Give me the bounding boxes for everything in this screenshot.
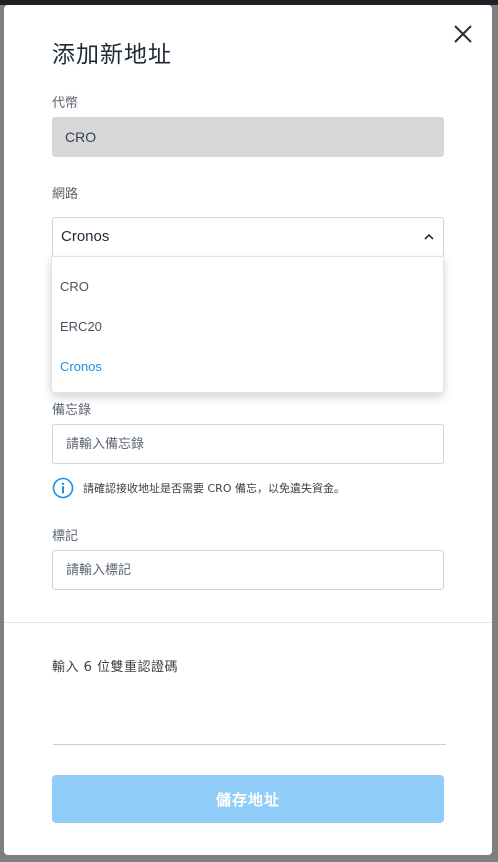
divider [4,622,492,623]
tag-input[interactable] [52,550,444,590]
otp-digit-2[interactable] [118,714,184,745]
network-label: 網路 [52,187,79,202]
otp-label: 輸入 6 位雙重認證碼 [52,660,179,675]
token-label: 代幣 [52,96,79,111]
memo-info: 請確認接收地址是否需要 CRO 備忘，以免遺失資金。 [52,477,444,499]
otp-digit-4[interactable] [249,714,315,745]
close-button[interactable] [450,21,476,47]
token-field: CRO [52,117,444,157]
tag-label: 標記 [52,529,79,544]
otp-input-group [53,714,446,745]
network-dropdown: CRO ERC20 Cronos [51,256,444,393]
network-selected-value: Cronos [61,228,110,245]
add-address-modal: 添加新地址 代幣 CRO 網路 Cronos CRO ERC20 Cronos … [4,5,492,855]
network-select[interactable]: Cronos [52,217,444,257]
modal-title: 添加新地址 [52,42,172,68]
close-icon [454,25,472,43]
otp-digit-3[interactable] [184,714,250,745]
memo-info-text: 請確認接收地址是否需要 CRO 備忘，以免遺失資金。 [83,482,345,495]
info-icon [52,477,74,499]
network-option-cronos[interactable]: Cronos [60,359,102,374]
network-option-erc20[interactable]: ERC20 [60,319,102,334]
memo-input[interactable] [52,424,444,464]
memo-label: 備忘錄 [52,403,92,418]
network-option-cro[interactable]: CRO [60,279,89,294]
save-address-button[interactable]: 儲存地址 [52,775,444,823]
otp-digit-1[interactable] [53,714,119,745]
otp-digit-5[interactable] [314,714,380,745]
otp-digit-6[interactable] [380,714,446,745]
chevron-up-icon [424,233,434,240]
